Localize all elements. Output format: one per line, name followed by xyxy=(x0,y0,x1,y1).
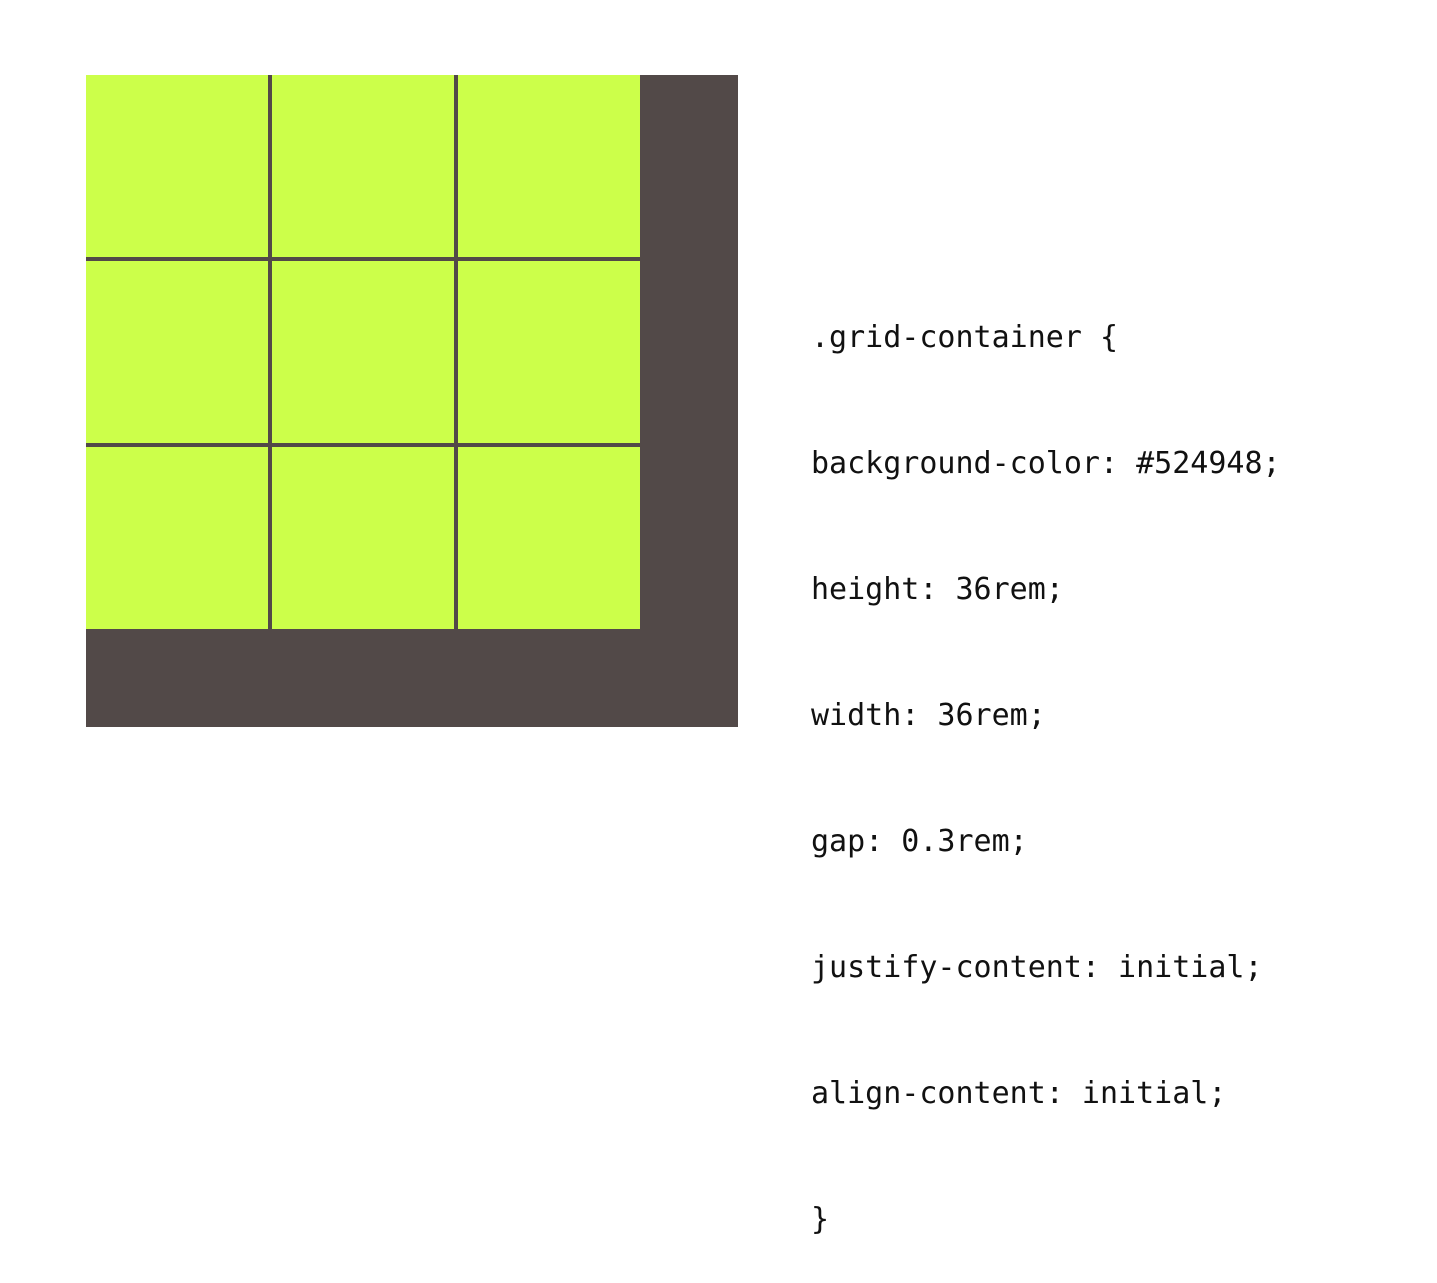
code-line-closing-brace: } xyxy=(811,1202,830,1237)
code-line-background-color: background-color: #524948; xyxy=(811,446,1281,481)
grid-item xyxy=(458,447,640,629)
code-line-selector: .grid-container { xyxy=(811,320,1119,355)
grid-item xyxy=(86,447,268,629)
grid-container-demo xyxy=(86,75,738,727)
grid-item xyxy=(272,75,454,257)
code-line-justify-content: justify-content: initial; xyxy=(811,950,1263,985)
grid-item xyxy=(272,447,454,629)
code-line-height: height: 36rem; xyxy=(811,572,1064,607)
code-line-width: width: 36rem; xyxy=(811,698,1046,733)
code-line-align-content: align-content: initial; xyxy=(811,1076,1227,1111)
grid-item xyxy=(272,261,454,443)
grid-item xyxy=(86,75,268,257)
code-line-gap: gap: 0.3rem; xyxy=(811,824,1028,859)
css-code-block: .grid-container { background-color: #524… xyxy=(811,233,1281,1283)
grid-item xyxy=(458,75,640,257)
grid-item xyxy=(86,261,268,443)
grid-item xyxy=(458,261,640,443)
